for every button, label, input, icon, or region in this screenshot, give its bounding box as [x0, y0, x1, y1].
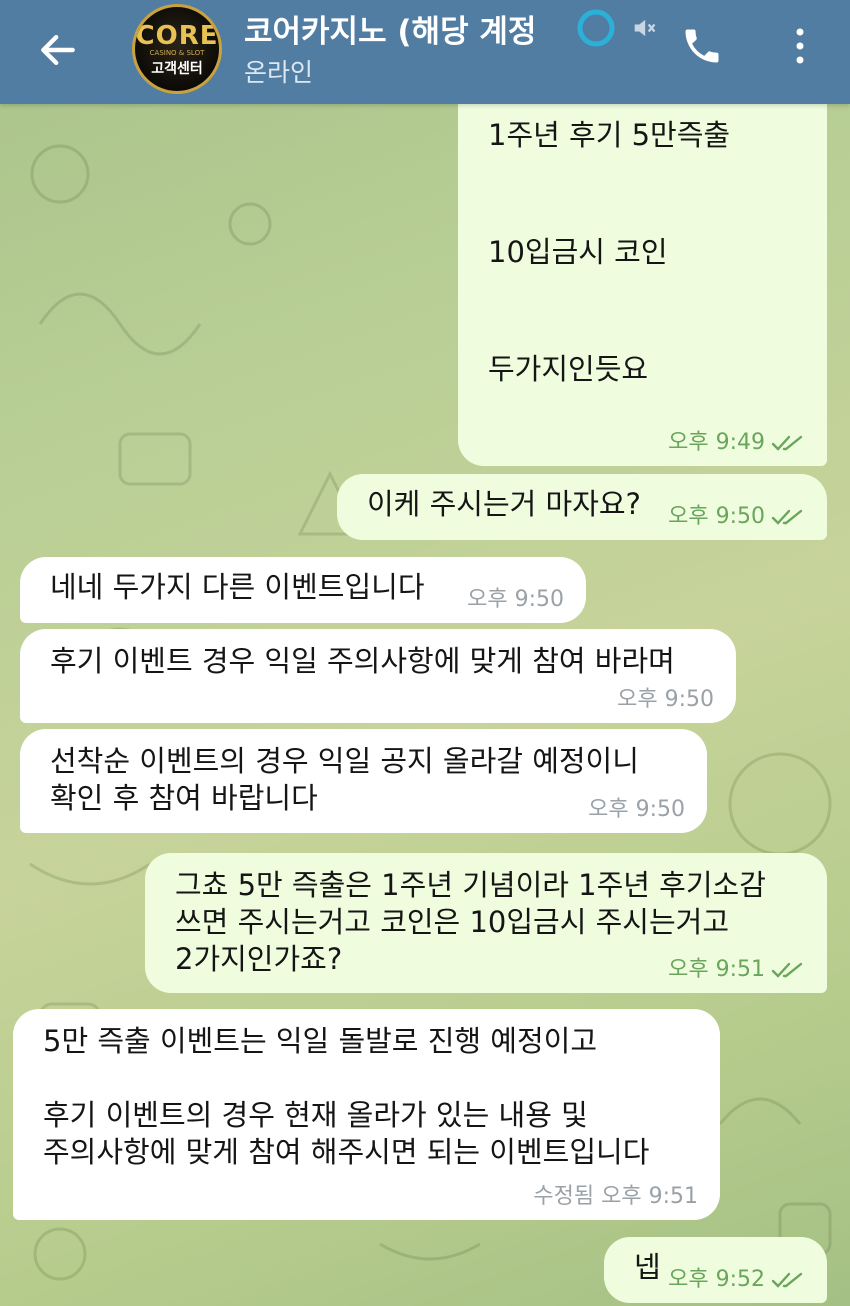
avatar-logo: CORE: [135, 21, 219, 51]
message-time: 오후 9:50: [617, 687, 714, 712]
double-check-icon: [771, 962, 803, 978]
message-time: 오후 9:50: [588, 797, 685, 822]
message-meta: 오후 9:50: [617, 687, 714, 713]
avatar-sub: CASINO & SLOT: [149, 49, 205, 57]
message-text: 선착순 이벤트의 경우 익일 공지 올라갈 예정이니 확인 후 참여 바랍니다: [50, 744, 639, 815]
message-bubble-outgoing[interactable]: 1주년 후기 5만즉출 10입금시 코인 두가지인듯요 오후 9:49: [458, 100, 827, 466]
avatar-center-label: 고객센터: [151, 61, 203, 77]
message-bubble-incoming[interactable]: 네네 두가지 다른 이벤트입니다 오후 9:50: [20, 557, 586, 623]
message-meta: 오후 9:51: [668, 957, 805, 983]
message-text: 후기 이벤트 경우 익일 주의사항에 맞게 참여 바라며: [50, 644, 675, 678]
message-time: 오후 9:51: [668, 957, 765, 982]
message-bubble-outgoing[interactable]: 넵 오후 9:52: [604, 1237, 827, 1303]
message-meta: 오후 9:50: [668, 504, 805, 530]
double-check-icon: [771, 509, 803, 525]
message-text: 1주년 후기 5만즉출 10입금시 코인 두가지인듯요: [488, 118, 731, 386]
message-meta: 오후 9:49: [668, 430, 805, 456]
chat-header: CORE CASINO & SLOT 고객센터 코어카지노 (해당 계정 온라인: [0, 0, 850, 104]
message-time: 오후 9:52: [668, 1267, 765, 1292]
message-time: 수정됨 오후 9:51: [533, 1184, 698, 1209]
chat-status: 온라인: [244, 58, 314, 87]
avatar[interactable]: CORE CASINO & SLOT 고객센터: [132, 4, 222, 94]
message-bubble-incoming[interactable]: 후기 이벤트 경우 익일 주의사항에 맞게 참여 바라며 오후 9:50: [20, 629, 736, 723]
message-bubble-outgoing[interactable]: 이케 주시는거 마자요? 오후 9:50: [337, 474, 827, 540]
message-meta: 수정됨 오후 9:51: [533, 1184, 698, 1210]
message-bubble-incoming[interactable]: 5만 즉출 이벤트는 익일 돌발로 진행 예정이고 후기 이벤트의 경우 현재 …: [13, 1009, 720, 1220]
message-text: 5만 즉출 이벤트는 익일 돌발로 진행 예정이고 후기 이벤트의 경우 현재 …: [43, 1024, 650, 1169]
message-meta: 오후 9:50: [467, 587, 564, 613]
message-bubble-outgoing[interactable]: 그쵸 5만 즉출은 1주년 기념이라 1주년 후기소감 쓰면 주시는거고 코인은…: [145, 853, 827, 993]
arrow-left-icon[interactable]: [36, 28, 80, 72]
more-vertical-icon[interactable]: [790, 26, 810, 66]
double-check-icon: [771, 1272, 803, 1288]
mute-icon: [634, 19, 656, 37]
message-bubble-incoming[interactable]: 선착순 이벤트의 경우 익일 공지 올라갈 예정이니 확인 후 참여 바랍니다 …: [20, 729, 707, 833]
message-meta: 오후 9:52: [668, 1267, 805, 1293]
message-time: 오후 9:49: [668, 430, 765, 455]
message-time: 오후 9:50: [668, 504, 765, 529]
loading-ring-icon: [577, 9, 615, 47]
double-check-icon: [771, 435, 803, 451]
message-meta: 오후 9:50: [588, 797, 685, 823]
phone-icon[interactable]: [680, 24, 724, 68]
message-time: 오후 9:50: [467, 587, 564, 612]
